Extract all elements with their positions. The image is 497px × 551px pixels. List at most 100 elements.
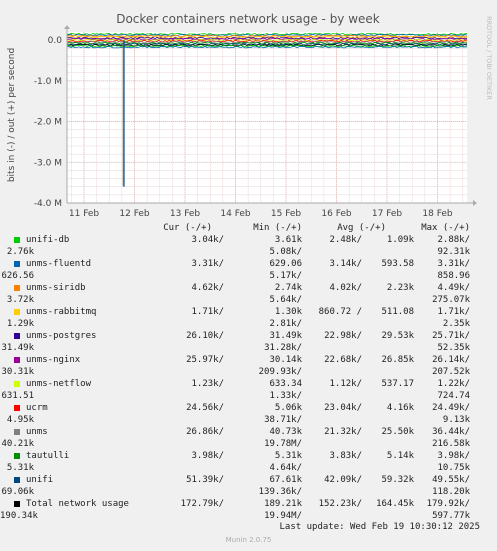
- avg-value: 3.14k/: [329, 259, 362, 269]
- max-value: 1.22k/: [437, 379, 470, 389]
- min-value: 19.94M/: [264, 511, 302, 521]
- max-value: 52.35k: [437, 343, 470, 353]
- min-value: 139.36k/: [258, 487, 302, 497]
- max-value: 275.07k: [432, 295, 470, 305]
- max-value: 25.71k/: [432, 331, 470, 341]
- column-header: Avg (-/+): [337, 223, 386, 233]
- avg-value: 860.72 /: [318, 307, 362, 317]
- min-value: 3.61k: [274, 235, 302, 245]
- cur-value: 172.79k/: [180, 499, 224, 509]
- munin-version: Munin 2.0.75: [225, 536, 272, 544]
- column-header: Max (-/+): [421, 223, 470, 233]
- max-value: 24.49k/: [432, 403, 470, 413]
- legend-swatch: [14, 477, 20, 483]
- avg-value: 42.09k/: [324, 475, 362, 485]
- min-value: 67.61k: [269, 475, 302, 485]
- min-value: 4.64k/: [269, 463, 302, 473]
- series-name: unms-nginx: [26, 355, 81, 365]
- max-value: 2.88k/: [437, 235, 470, 245]
- series-name: unms-postgres: [26, 331, 97, 341]
- max-value: 1.71k/: [437, 307, 470, 317]
- max-value: 179.92k/: [426, 499, 470, 509]
- min-value: 40.73k: [269, 427, 302, 437]
- max-value: 3.31k/: [437, 259, 470, 269]
- legend-swatch: [14, 333, 20, 339]
- cur-value: 3.98k/: [191, 451, 224, 461]
- min-value: 209.93k/: [258, 367, 302, 377]
- avg-value: 23.04k/: [324, 403, 362, 413]
- cur-value: 631.51: [1, 391, 34, 401]
- min-value: 5.08k/: [269, 247, 302, 257]
- min-value: 1.30k: [274, 307, 302, 317]
- max-value: 4.49k/: [437, 283, 470, 293]
- min-value: 31.28k/: [264, 343, 302, 353]
- legend-swatch: [14, 501, 20, 507]
- max-value: 724.74: [437, 391, 470, 401]
- series-name: tautulli: [26, 451, 70, 461]
- cur-value: 1.71k/: [191, 307, 224, 317]
- min-value: 38.71k/: [264, 415, 302, 425]
- series-name: unms-siridb: [26, 283, 86, 293]
- series-name: unms: [26, 427, 48, 437]
- cur-value: 3.31k/: [191, 259, 224, 269]
- series-name: unms-rabbitmq: [26, 307, 97, 317]
- last-update: Last update: Wed Feb 19 10:30:12 2025: [279, 522, 480, 532]
- cur-value: 1.23k/: [191, 379, 224, 389]
- cur-value: 3.72k: [6, 295, 34, 305]
- cur-value: 30.31k: [1, 367, 34, 377]
- series-name: unifi-db: [26, 235, 70, 245]
- cur-value: 51.39k/: [186, 475, 224, 485]
- max-value: 858.96: [437, 271, 470, 281]
- cur-value: 25.97k/: [186, 355, 224, 365]
- max-value: 2.35k: [442, 319, 470, 329]
- avg-value: 2.48k/: [329, 235, 362, 245]
- min-value: 5.31k: [274, 451, 302, 461]
- cur-value: 26.86k/: [186, 427, 224, 437]
- max-value: 49.55k/: [432, 475, 470, 485]
- max-value: 36.44k/: [432, 427, 470, 437]
- max-value: 216.58k: [432, 439, 470, 449]
- series-name: unms-fluentd: [26, 259, 92, 269]
- legend-swatch: [14, 405, 20, 411]
- cur-value: 4.95k: [6, 415, 34, 425]
- legend-swatch: [14, 429, 20, 435]
- min-value: 629.06: [269, 259, 302, 269]
- min-value: 30.14k: [269, 355, 302, 365]
- cur-value: 26.10k/: [186, 331, 224, 341]
- series-name: unms-netflow: [26, 379, 92, 389]
- cur-value: 4.62k/: [191, 283, 224, 293]
- cur-value: 626.56: [1, 271, 34, 281]
- avg-value: 152.23k/: [318, 499, 362, 509]
- avg-value: 1.12k/: [329, 379, 362, 389]
- legend-swatch: [14, 261, 20, 267]
- cur-value: 190.34k: [0, 511, 38, 521]
- column-header: Cur (-/+): [163, 223, 212, 233]
- cur-value: 24.56k/: [186, 403, 224, 413]
- avg-value: 4.02k/: [329, 283, 362, 293]
- min-value: 633.34: [269, 379, 302, 389]
- column-header: Min (-/+): [253, 223, 302, 233]
- legend-swatch: [14, 381, 20, 387]
- min-value: 2.81k/: [269, 319, 302, 329]
- cur-value: 3.04k/: [191, 235, 224, 245]
- min-value: 5.64k/: [269, 295, 302, 305]
- min-value: 31.49k: [269, 331, 302, 341]
- cur-value: 31.49k: [1, 343, 34, 353]
- avg-value: 22.98k/: [324, 331, 362, 341]
- legend-swatch: [14, 453, 20, 459]
- avg-value: 22.68k/: [324, 355, 362, 365]
- series-name: Total network usage: [26, 499, 129, 509]
- min-value: 1.33k/: [269, 391, 302, 401]
- avg-value: 21.32k/: [324, 427, 362, 437]
- min-value: 5.06k: [274, 403, 302, 413]
- min-value: 2.74k: [274, 283, 302, 293]
- legend-swatch: [14, 357, 20, 363]
- cur-value: 2.76k: [6, 247, 34, 257]
- legend-swatch: [14, 285, 20, 291]
- max-value: 26.14k/: [432, 355, 470, 365]
- min-value: 19.78M/: [264, 439, 302, 449]
- max-value: 207.52k: [432, 367, 470, 377]
- avg-value: 3.83k/: [329, 451, 362, 461]
- cur-value: 69.06k: [1, 487, 34, 497]
- min-value: 5.17k/: [269, 271, 302, 281]
